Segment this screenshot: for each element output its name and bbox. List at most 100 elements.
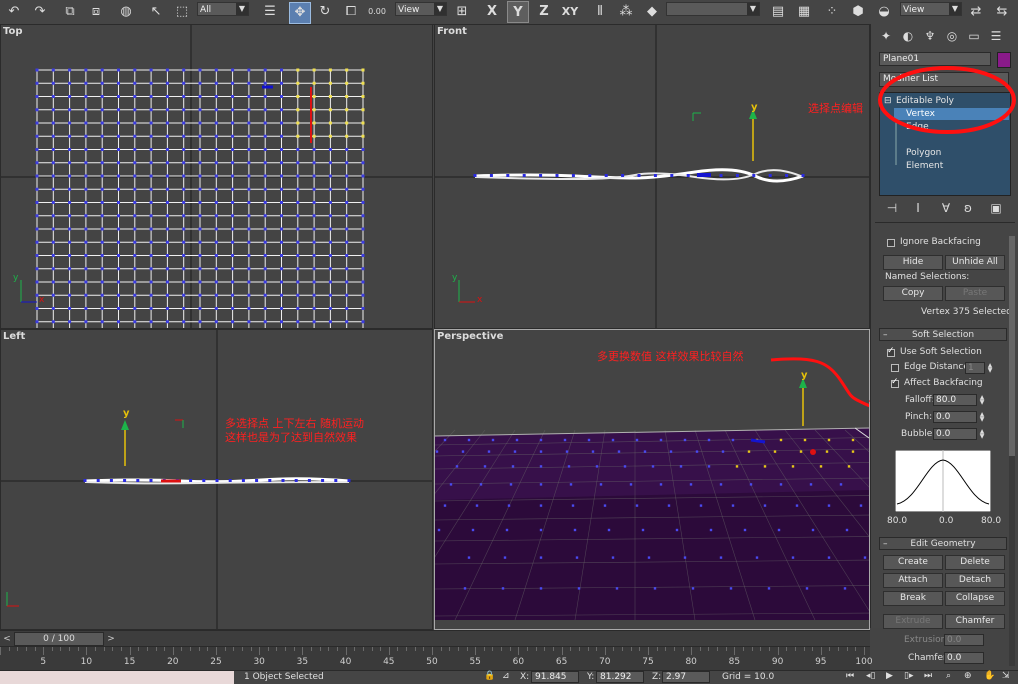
play-icon[interactable]: ▶ <box>886 671 893 681</box>
maxscript-listener[interactable] <box>0 671 234 684</box>
spinner-arrows-icon[interactable]: ▲ ▼ <box>978 429 986 440</box>
bubble-spinner[interactable]: 0.0 ▲ ▼ <box>933 428 984 440</box>
named-selection-sets-dropdown[interactable]: ▼ <box>666 2 760 16</box>
select-and-move-icon[interactable]: ✥ <box>289 2 311 24</box>
y-coord-field[interactable]: 81.292 <box>596 671 644 683</box>
ignore-backfacing-checkbox[interactable] <box>887 239 895 247</box>
spinner-arrows-icon[interactable]: ▲ ▼ <box>978 395 986 406</box>
reference-coordinate-icon[interactable]: 0.00 <box>367 2 387 22</box>
viewport-perspective[interactable]: Perspective y 多更换数值 这样效果比较自然 <box>434 329 870 630</box>
viewport-label[interactable]: Front <box>437 26 467 37</box>
use-soft-selection-checkbox[interactable] <box>887 346 895 357</box>
layer-manager-icon[interactable]: ▤ <box>768 2 788 22</box>
track-bar[interactable]: 5 10 15 20 25 30 35 40 45 50 55 60 65 70 75 80 85 90 95 100 <box>0 646 873 671</box>
unlink-icon[interactable]: ⧈ <box>86 2 106 22</box>
detach-button[interactable]: Detach <box>945 573 1005 588</box>
viewport-left[interactable]: Left y 多选择点 上下左右 随机运动 这样也是为了达到自然效果 <box>0 329 433 630</box>
time-slider-thumb[interactable]: 0 / 100 <box>14 632 104 646</box>
extrude-button[interactable]: Extrude <box>883 614 943 629</box>
spinner-arrows-icon[interactable]: ▲ ▼ <box>978 412 986 423</box>
schematic-view-icon[interactable]: ⁘ <box>822 2 842 22</box>
utilities-tab-icon[interactable]: ☰ <box>987 28 1005 44</box>
hide-button[interactable]: Hide <box>883 255 943 270</box>
material-editor-icon[interactable]: ⬢ <box>848 2 868 22</box>
go-to-start-icon[interactable]: ⏮ <box>846 671 854 681</box>
undo-icon[interactable]: ↶ <box>4 2 24 22</box>
viewport-top[interactable]: Top y x <box>0 24 433 329</box>
absolute-mode-icon[interactable]: ⊿ <box>502 671 510 681</box>
restrict-x-button[interactable]: X <box>481 1 503 23</box>
make-unique-icon[interactable]: ∀ <box>937 200 955 216</box>
select-and-scale-icon[interactable]: ⧠ <box>341 2 361 22</box>
chamfer-spinner[interactable]: 0.0 <box>944 652 984 664</box>
render-setup-icon[interactable]: ◒ <box>874 2 894 22</box>
link-icon[interactable]: ⧉ <box>60 2 80 22</box>
pan-icon[interactable]: ✋ <box>984 671 995 681</box>
select-by-name-icon[interactable]: ☰ <box>260 2 280 22</box>
render-frame-icon[interactable]: ⇆ <box>992 2 1012 22</box>
pivot-center-icon[interactable]: ⊞ <box>452 2 472 22</box>
extrusion-spinner[interactable]: 0.0 <box>944 634 984 646</box>
delete-button[interactable]: Delete <box>945 555 1005 570</box>
remove-modifier-icon[interactable]: ʚ <box>959 200 977 216</box>
pinch-spinner[interactable]: 0.0 ▲ ▼ <box>933 411 984 423</box>
viewport-label[interactable]: Left <box>3 331 25 342</box>
curve-editor-icon[interactable]: ▦ <box>794 2 814 22</box>
x-coord-field[interactable]: 91.845 <box>531 671 579 683</box>
maximize-viewport-icon[interactable]: ⇲ <box>1002 671 1010 681</box>
attach-button[interactable]: Attach <box>883 573 943 588</box>
falloff-spinner[interactable]: 80.0 ▲ ▼ <box>933 394 984 406</box>
zoom-icon[interactable]: ⌕ <box>946 671 951 681</box>
viewport-front[interactable]: Front y y x <box>434 24 870 329</box>
edit-geometry-rollout-header[interactable]: – Edit Geometry <box>879 537 1007 550</box>
paste-button[interactable]: Paste <box>945 286 1005 301</box>
restrict-y-button[interactable]: Y <box>507 1 529 23</box>
create-button[interactable]: Create <box>883 555 943 570</box>
previous-frame-icon[interactable]: ◂▯ <box>866 671 875 681</box>
edge-distance-checkbox[interactable] <box>891 364 899 372</box>
affect-backfacing-checkbox[interactable] <box>891 377 899 388</box>
soft-selection-rollout-header[interactable]: – Soft Selection <box>879 328 1007 341</box>
collapse-button[interactable]: Collapse <box>945 591 1005 606</box>
lock-icon[interactable]: 🔒 <box>484 671 495 681</box>
panel-scrollbar-thumb[interactable] <box>1009 236 1015 456</box>
select-region-icon[interactable]: ⬚ <box>172 2 192 22</box>
configure-sets-icon[interactable]: ▣ <box>987 200 1005 216</box>
stack-polygon[interactable]: Polygon <box>906 148 941 158</box>
create-tab-icon[interactable]: ✦ <box>877 28 895 44</box>
go-to-end-icon[interactable]: ⏭ <box>924 671 932 681</box>
render-view-dropdown[interactable]: View ▼ <box>900 2 962 16</box>
mirror-icon[interactable]: ⫴ <box>590 2 610 22</box>
panel-scrollbar[interactable] <box>1009 236 1015 666</box>
break-button[interactable]: Break <box>883 591 943 606</box>
edge-distance-spinner[interactable]: 1 ▲ ▼ <box>965 362 992 374</box>
select-and-rotate-icon[interactable]: ↻ <box>315 2 335 22</box>
hierarchy-tab-icon[interactable]: ♆ <box>921 28 939 44</box>
unhide-all-button[interactable]: Unhide All <box>945 255 1005 270</box>
pin-stack-icon[interactable]: ⊣ <box>883 200 901 216</box>
modify-tab-icon[interactable]: ◐ <box>899 28 917 44</box>
selection-filter-dropdown[interactable]: All ▼ <box>197 2 249 16</box>
redo-icon[interactable]: ↷ <box>30 2 50 22</box>
quick-render-icon[interactable]: ⇄ <box>966 2 986 22</box>
show-end-result-icon[interactable]: Ⅰ <box>909 200 927 216</box>
time-next-icon[interactable]: > <box>104 632 118 646</box>
stack-element[interactable]: Element <box>906 161 943 171</box>
display-tab-icon[interactable]: ▭ <box>965 28 983 44</box>
viewport-label[interactable]: Top <box>3 26 23 37</box>
motion-tab-icon[interactable]: ◎ <box>943 28 961 44</box>
spinner-arrows-icon[interactable]: ▲ ▼ <box>986 363 994 374</box>
copy-button[interactable]: Copy <box>883 286 943 301</box>
time-prev-icon[interactable]: < <box>0 632 14 646</box>
select-object-icon[interactable]: ↖ <box>146 2 166 22</box>
bind-space-warp-icon[interactable]: ◍ <box>116 2 136 22</box>
zoom-all-icon[interactable]: ⊕ <box>964 671 972 681</box>
align-icon[interactable]: ◆ <box>642 2 662 22</box>
z-coord-field[interactable]: 2.97 <box>662 671 710 683</box>
chamfer-button[interactable]: Chamfer <box>945 614 1005 629</box>
time-slider[interactable]: < 0 / 100 > <box>0 630 870 647</box>
reference-coordinate-dropdown[interactable]: View ▼ <box>395 2 447 16</box>
array-icon[interactable]: ⁂ <box>616 2 636 22</box>
viewport-label[interactable]: Perspective <box>437 331 503 342</box>
next-frame-icon[interactable]: ▯▸ <box>904 671 913 681</box>
